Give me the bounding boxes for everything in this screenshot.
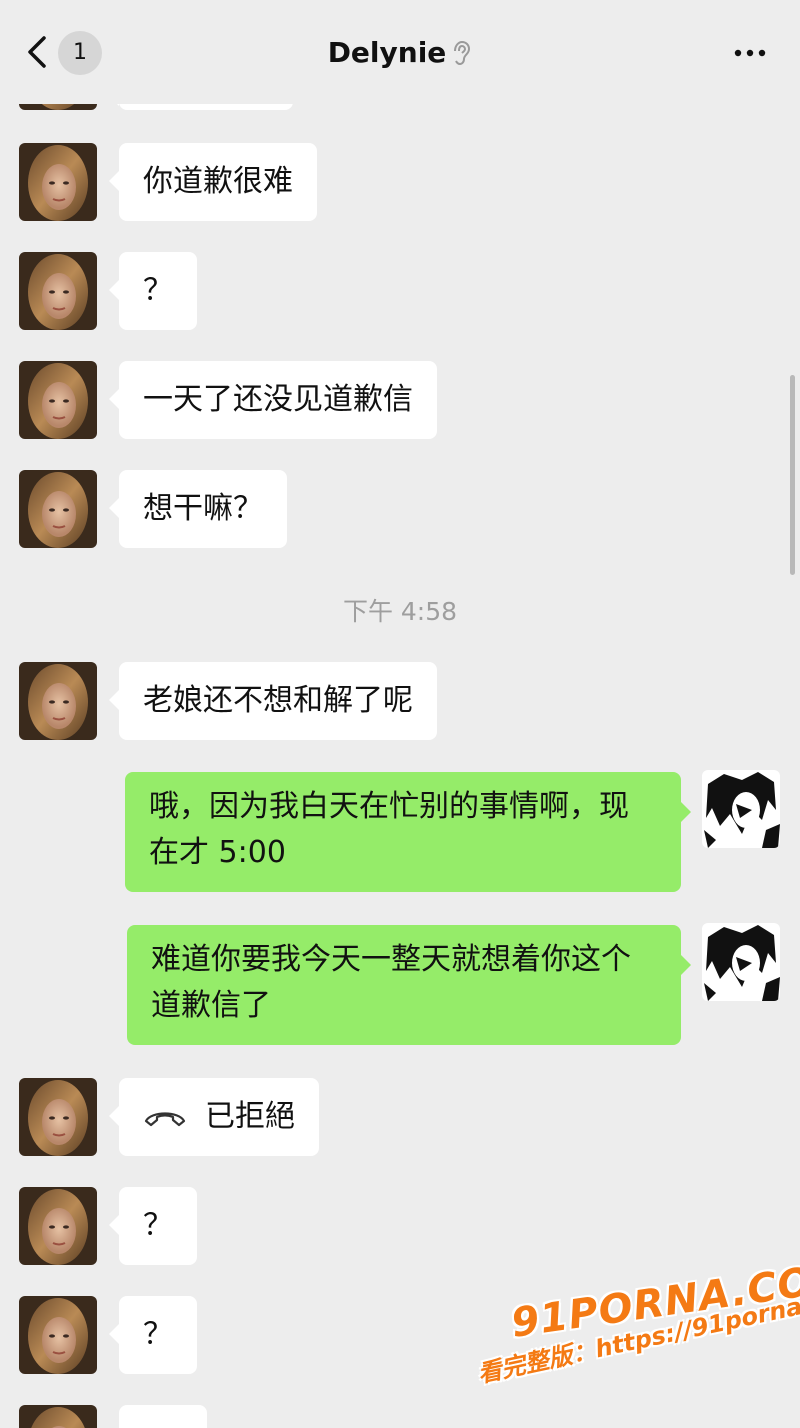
contact-avatar[interactable] [19,1078,97,1156]
message-bubble[interactable]: 一天了还没见道歉信 [109,361,437,439]
contact-avatar[interactable] [19,1187,97,1265]
message-bubble[interactable]: 难道你要我今天一整天就想着你这个道歉信了 [127,925,691,1045]
more-icon[interactable] [730,38,770,68]
contact-avatar[interactable] [19,143,97,221]
message-bubble[interactable]: ？ [109,1187,197,1265]
ear-icon [454,40,471,66]
call-status-label: 已拒絕 [205,1099,295,1134]
contact-avatar[interactable] [19,662,97,740]
contact-avatar[interactable] [19,361,97,439]
contact-avatar[interactable] [19,1296,97,1374]
user-avatar[interactable] [702,923,780,1001]
message-bubble[interactable]: 老娘还不想和解了呢 [109,662,437,740]
message-bubble[interactable] [119,1405,207,1428]
contact-avatar[interactable] [19,252,97,330]
chat-header: 1 Delynie [0,0,800,104]
message-bubble[interactable]: 哦，因为我白天在忙别的事情啊，现在才 5:00 [125,772,691,892]
message-bubble[interactable]: 想干嘛？ [109,470,287,548]
contact-avatar[interactable] [19,470,97,548]
call-declined-icon [144,1112,186,1127]
user-avatar[interactable] [702,770,780,848]
chat-title: Delynie [0,34,800,72]
watermark: 91PORNA.COM 看完整版：https://91porna80.com [470,1253,800,1428]
message-bubble[interactable]: ？ [109,252,197,330]
contact-name: Delynie [327,36,447,69]
call-declined-bubble[interactable]: 已拒絕 [109,1078,319,1156]
message-bubble[interactable]: 你道歉很难 [109,143,317,221]
message-timestamp: 下午 4:58 [342,597,458,626]
contact-avatar[interactable] [19,1405,97,1428]
message-bubble[interactable]: ？ [109,1296,197,1374]
scrollbar[interactable] [790,375,795,575]
